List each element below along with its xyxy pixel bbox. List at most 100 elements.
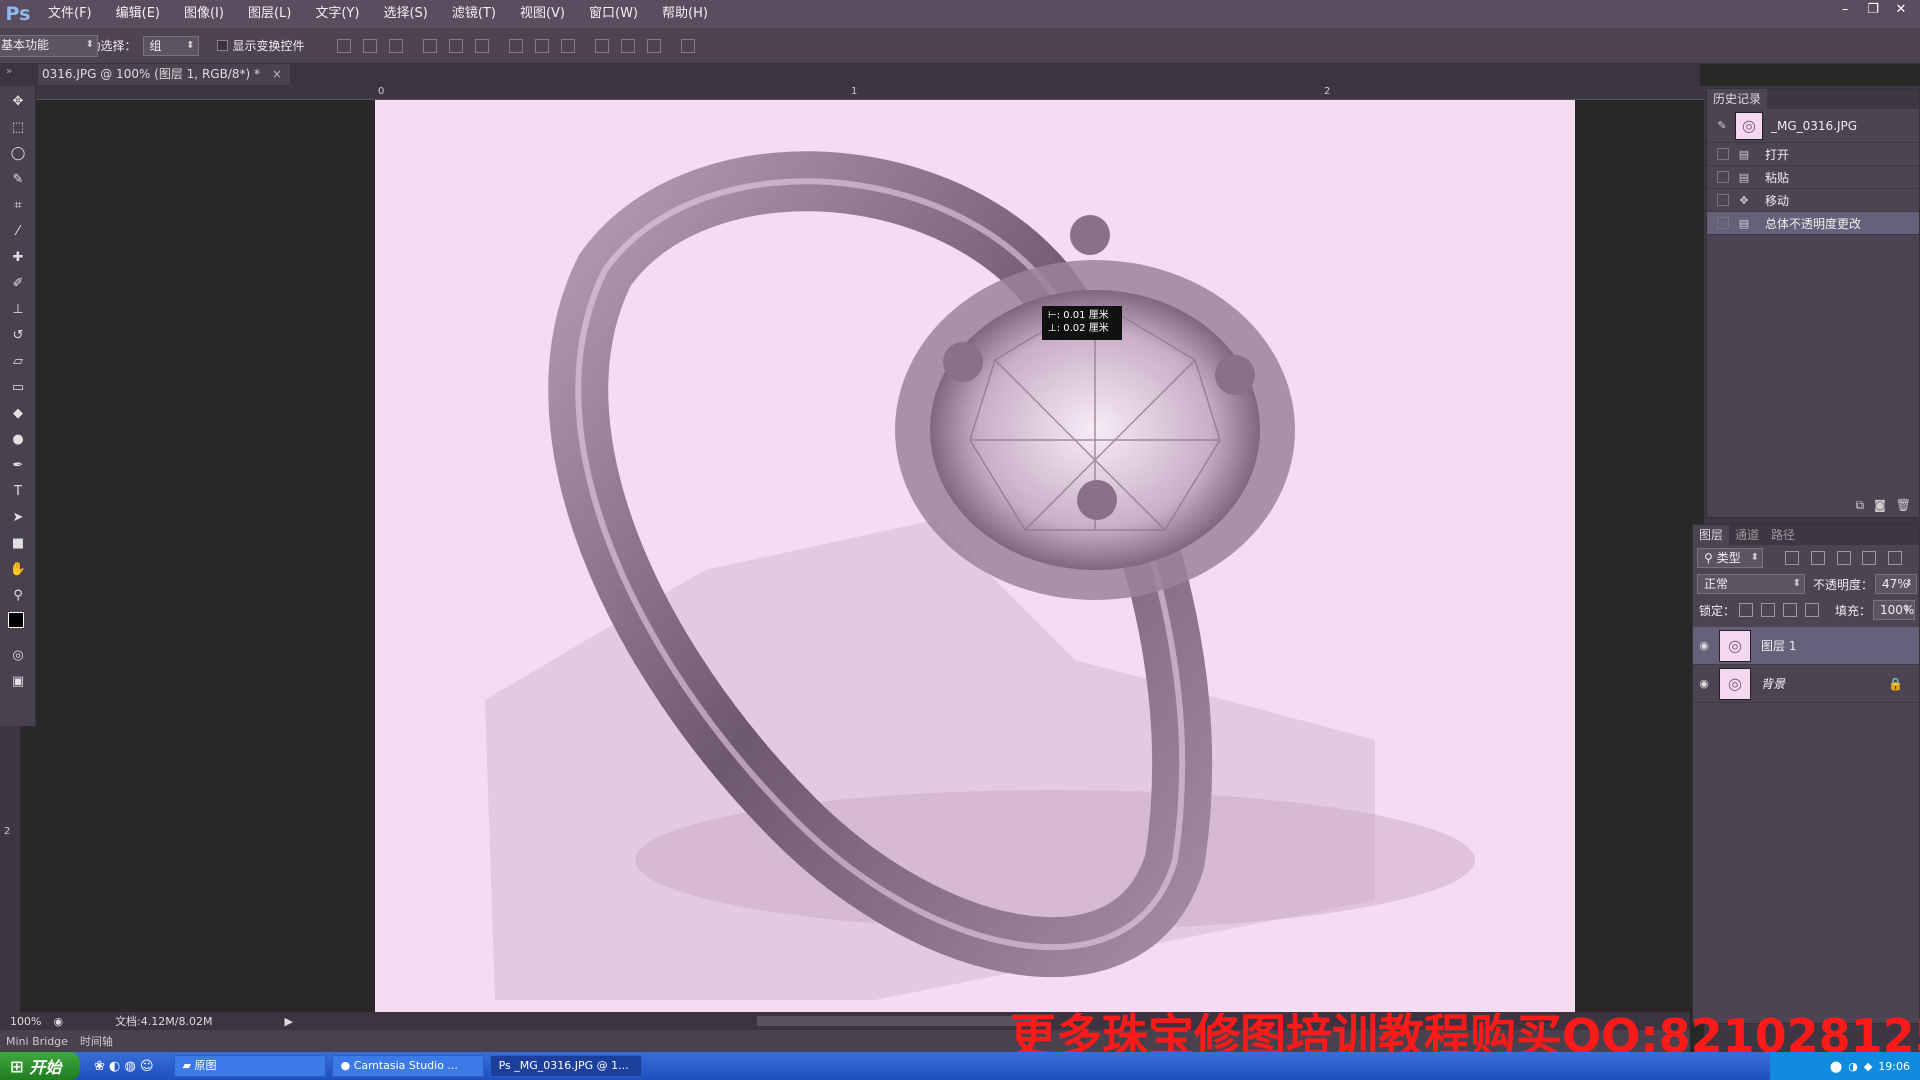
blend-mode-dropdown[interactable]: 正常 bbox=[1697, 574, 1805, 594]
close-button[interactable]: ✕ bbox=[1890, 0, 1912, 18]
layer-item[interactable]: ◉ ◎ 背景 🔒 bbox=[1693, 665, 1919, 703]
history-item[interactable]: ▤ 粘贴 bbox=[1707, 166, 1919, 189]
screen-mode-icon[interactable]: ▣ bbox=[6, 670, 30, 692]
align-vcenter-icon[interactable] bbox=[362, 38, 377, 53]
history-item-checkbox[interactable] bbox=[1717, 194, 1729, 206]
history-snapshot[interactable]: ✎ ◎ _MG_0316.JPG bbox=[1707, 109, 1919, 143]
menu-layer[interactable]: 图层(L) bbox=[236, 0, 303, 28]
security-icon[interactable]: ◆ bbox=[1864, 1060, 1872, 1073]
new-document-icon[interactable]: ⧉ bbox=[1856, 498, 1865, 513]
menu-filter[interactable]: 滤镜(T) bbox=[440, 0, 508, 28]
menu-help[interactable]: 帮助(H) bbox=[650, 0, 720, 28]
taskbar-item-folder[interactable]: ▰ 原图 bbox=[173, 1055, 326, 1077]
trash-icon[interactable]: 🗑 bbox=[1896, 498, 1911, 513]
menu-image[interactable]: 图像(I) bbox=[172, 0, 236, 28]
eraser-tool-icon[interactable]: ▱ bbox=[6, 350, 30, 372]
move-tool-icon[interactable]: ✥ bbox=[6, 90, 30, 112]
align-bottom-icon[interactable] bbox=[388, 38, 403, 53]
tab-channels[interactable]: 通道 bbox=[1729, 525, 1765, 545]
clock[interactable]: 19:06 bbox=[1878, 1060, 1910, 1073]
filter-pixel-icon[interactable] bbox=[1785, 551, 1799, 566]
tab-history[interactable]: 历史记录 bbox=[1707, 89, 1768, 109]
start-button[interactable]: ⊞ 开始 bbox=[0, 1052, 80, 1080]
lock-position-icon[interactable] bbox=[1783, 603, 1798, 617]
quick-launch-app-icon[interactable]: ❀ bbox=[94, 1059, 105, 1074]
horizontal-scrollbar[interactable] bbox=[757, 1016, 1037, 1026]
pen-tool-icon[interactable]: ✒ bbox=[6, 454, 30, 476]
quick-launch-user-icon[interactable]: ☺ bbox=[140, 1059, 154, 1074]
opacity-input[interactable]: 47% bbox=[1875, 574, 1918, 594]
distribute-bottom-icon[interactable] bbox=[560, 38, 575, 53]
lock-pixels-icon[interactable] bbox=[1761, 603, 1776, 617]
history-item[interactable]: ▤ 总体不透明度更改 bbox=[1707, 212, 1919, 235]
menu-select[interactable]: 选择(S) bbox=[371, 0, 439, 28]
path-select-tool-icon[interactable]: ➤ bbox=[6, 506, 30, 528]
type-tool-icon[interactable]: T bbox=[6, 480, 30, 502]
filter-smart-object-icon[interactable] bbox=[1888, 551, 1903, 566]
history-item[interactable]: ▤ 打开 bbox=[1707, 143, 1919, 166]
document-info[interactable]: 文档:4.12M/8.02M bbox=[109, 1013, 218, 1029]
auto-select-dropdown[interactable]: 组 bbox=[142, 35, 199, 56]
lock-transparent-icon[interactable] bbox=[1739, 603, 1754, 617]
menu-file[interactable]: 文件(F) bbox=[36, 0, 104, 28]
eyedropper-tool-icon[interactable]: ⁄ bbox=[6, 220, 30, 242]
menu-view[interactable]: 视图(V) bbox=[508, 0, 577, 28]
zoom-level[interactable]: 100% bbox=[4, 1015, 47, 1028]
volume-icon[interactable]: ◑ bbox=[1848, 1060, 1858, 1073]
info-icon[interactable]: ◉ bbox=[47, 1015, 69, 1028]
filter-type-icon[interactable] bbox=[1836, 551, 1851, 566]
menu-window[interactable]: 窗口(W) bbox=[577, 0, 650, 28]
quick-launch-chrome-icon[interactable]: ◍ bbox=[125, 1059, 136, 1074]
camera-icon[interactable]: ◙ bbox=[1874, 498, 1886, 513]
distribute-top-icon[interactable] bbox=[508, 38, 523, 53]
layer-filter-dropdown[interactable]: ⚲ 类型 bbox=[1697, 548, 1763, 568]
distribute-vcenter-icon[interactable] bbox=[534, 38, 549, 53]
layer-item[interactable]: ◉ ◎ 图层 1 bbox=[1693, 627, 1919, 665]
quick-select-tool-icon[interactable]: ✎ bbox=[6, 168, 30, 190]
clone-stamp-tool-icon[interactable]: ⊥ bbox=[6, 298, 30, 320]
color-swatches-icon[interactable] bbox=[6, 610, 31, 640]
lasso-tool-icon[interactable]: ◯ bbox=[6, 142, 30, 164]
hand-tool-icon[interactable]: ✋ bbox=[6, 558, 30, 580]
distribute-hcenter-icon[interactable] bbox=[620, 38, 635, 53]
shape-tool-icon[interactable]: ■ bbox=[6, 532, 30, 554]
distribute-right-icon[interactable] bbox=[646, 38, 661, 53]
show-transform-checkbox[interactable] bbox=[216, 40, 228, 51]
tab-mini-bridge[interactable]: Mini Bridge bbox=[0, 1035, 74, 1048]
menu-edit[interactable]: 编辑(E) bbox=[104, 0, 172, 28]
healing-brush-tool-icon[interactable]: ✚ bbox=[6, 246, 30, 268]
network-icon[interactable]: ⬤ bbox=[1830, 1060, 1842, 1073]
blur-tool-icon[interactable]: ◆ bbox=[6, 402, 30, 424]
quick-launch-browser-icon[interactable]: ◐ bbox=[109, 1059, 120, 1074]
history-item-checkbox[interactable] bbox=[1717, 148, 1729, 160]
status-menu-arrow-icon[interactable]: ▶ bbox=[278, 1015, 298, 1028]
filter-adjustment-icon[interactable] bbox=[1810, 551, 1825, 566]
align-hcenter-icon[interactable] bbox=[448, 38, 463, 53]
brush-tool-icon[interactable]: ✐ bbox=[6, 272, 30, 294]
dodge-tool-icon[interactable]: ● bbox=[6, 428, 30, 450]
history-brush-source-icon[interactable]: ✎ bbox=[1715, 119, 1729, 133]
align-right-icon[interactable] bbox=[474, 38, 489, 53]
auto-align-icon[interactable] bbox=[680, 38, 695, 53]
history-item[interactable]: ✥ 移动 bbox=[1707, 189, 1919, 212]
menu-type[interactable]: 文字(Y) bbox=[303, 0, 371, 28]
minimize-button[interactable]: – bbox=[1834, 0, 1856, 18]
history-item-checkbox[interactable] bbox=[1717, 217, 1729, 229]
restore-button[interactable]: ❐ bbox=[1862, 0, 1884, 18]
visibility-eye-icon[interactable]: ◉ bbox=[1693, 677, 1715, 690]
taskbar-item-camtasia[interactable]: ● Camtasia Studio ... bbox=[331, 1055, 484, 1077]
align-left-icon[interactable] bbox=[422, 38, 437, 53]
taskbar-item-photoshop[interactable]: Ps _MG_0316.JPG @ 1... bbox=[489, 1055, 642, 1077]
crop-tool-icon[interactable]: ⌗ bbox=[6, 194, 30, 216]
history-brush-tool-icon[interactable]: ↺ bbox=[6, 324, 30, 346]
document-canvas[interactable] bbox=[375, 100, 1575, 1013]
document-tab[interactable]: 0316.JPG @ 100% (图层 1, RGB/8*) * × bbox=[38, 64, 290, 85]
quick-mask-icon[interactable]: ◎ bbox=[6, 644, 30, 666]
distribute-left-icon[interactable] bbox=[594, 38, 609, 53]
gradient-tool-icon[interactable]: ▭ bbox=[6, 376, 30, 398]
visibility-eye-icon[interactable]: ◉ bbox=[1693, 639, 1715, 652]
close-tab-icon[interactable]: × bbox=[272, 67, 282, 81]
fill-input[interactable]: 100% bbox=[1873, 600, 1916, 620]
lock-all-icon[interactable] bbox=[1805, 603, 1820, 617]
marquee-tool-icon[interactable]: ⬚ bbox=[6, 116, 30, 138]
